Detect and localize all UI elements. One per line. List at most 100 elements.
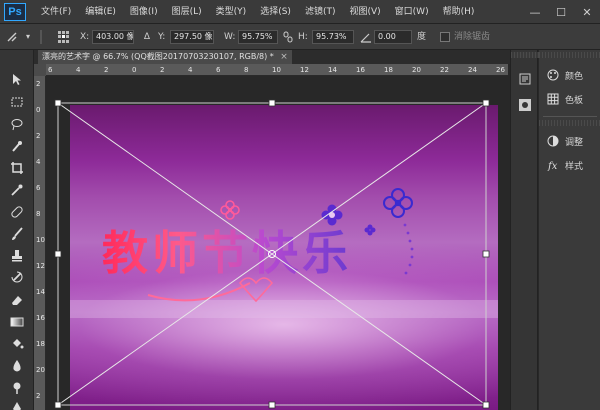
ruler-top-tick-label: 4 [76, 66, 81, 74]
angle-unit: 度 [417, 32, 427, 42]
transform-handle-left[interactable] [54, 250, 62, 258]
x-label: X: [80, 32, 90, 42]
ruler-left-tick-label: 2 [36, 392, 41, 400]
color-panel-tab[interactable]: 颜色 [539, 64, 600, 86]
ruler-top-tick-label: 20 [412, 66, 421, 74]
panel-dock: 颜色 色板 调整 fx 样式 [539, 50, 600, 410]
menu-file[interactable]: 文件(F) [34, 0, 78, 24]
close-tab-icon[interactable]: × [280, 50, 288, 64]
blur-tool-icon[interactable] [6, 356, 28, 376]
ruler-left-tick-label: 10 [36, 236, 45, 244]
options-divider [40, 30, 42, 44]
transform-handle-top-right[interactable] [482, 99, 490, 107]
minimize-button[interactable]: — [522, 0, 548, 24]
swatches-panel-label: 色板 [565, 95, 584, 106]
swatches-icon [547, 93, 559, 105]
ruler-top-tick-label: 26 [496, 66, 505, 74]
rotate-icon [360, 31, 372, 43]
ruler-top-tick-label: 18 [384, 66, 393, 74]
canvas-area[interactable]: 教师节快乐 [46, 77, 508, 410]
document-tab-bar: 漂亮的艺术字 @ 66.7% (QQ截图20170703230107, RGB/… [34, 50, 510, 64]
transform-handle-top[interactable] [268, 99, 276, 107]
healing-brush-tool-icon[interactable] [6, 202, 28, 222]
tools-panel [0, 50, 34, 410]
ruler-left-tick-label: 18 [36, 340, 45, 348]
ruler-left-tick-label: 20 [36, 366, 45, 374]
marquee-tool-icon[interactable] [6, 92, 28, 112]
ruler-top-tick-label: 24 [468, 66, 477, 74]
lasso-tool-icon[interactable] [6, 114, 28, 134]
menu-window[interactable]: 窗口(W) [388, 0, 436, 24]
y-field[interactable]: 297.50 像素 [170, 30, 214, 44]
styles-icon: fx [547, 159, 559, 172]
panel-grip-2[interactable] [539, 120, 600, 126]
link-icon[interactable] [282, 31, 294, 43]
paint-bucket-tool-icon[interactable] [6, 334, 28, 354]
properties-panel-icon[interactable] [518, 98, 532, 112]
tool-preset-icon[interactable] [6, 31, 18, 43]
transform-handle-top-left[interactable] [54, 99, 62, 107]
menu-edit[interactable]: 编辑(E) [78, 0, 123, 24]
angle-field[interactable]: 0.00 [374, 30, 412, 44]
ruler-top-tick-label: 4 [188, 66, 193, 74]
transform-handle-bottom[interactable] [268, 401, 276, 409]
relative-position-icon[interactable]: Δ [141, 31, 153, 43]
styles-panel-label: 样式 [565, 161, 584, 172]
ruler-top-tick-label: 22 [440, 66, 449, 74]
gradient-tool-icon[interactable] [6, 312, 28, 332]
reference-point-icon[interactable] [58, 31, 70, 43]
swatches-panel-tab[interactable]: 色板 [539, 88, 600, 110]
ruler-left-tick-label: 2 [36, 80, 41, 88]
app-logo: Ps [4, 3, 26, 21]
styles-panel-tab[interactable]: fx 样式 [539, 154, 600, 176]
ruler-top-tick-label: 8 [244, 66, 249, 74]
brush-tool-icon[interactable] [6, 224, 28, 244]
menu-filter[interactable]: 滤镜(T) [298, 0, 343, 24]
menu-bar: Ps 文件(F) 编辑(E) 图像(I) 图层(L) 类型(Y) 选择(S) 滤… [0, 0, 600, 24]
menu-layer[interactable]: 图层(L) [165, 0, 209, 24]
anti-alias-checkbox[interactable] [440, 32, 450, 42]
quick-select-tool-icon[interactable] [6, 136, 28, 156]
eyedropper-tool-icon[interactable] [6, 180, 28, 200]
transform-handle-bottom-left[interactable] [54, 401, 62, 409]
palette-icon [547, 69, 559, 81]
menu-select[interactable]: 选择(S) [253, 0, 298, 24]
history-brush-tool-icon[interactable] [6, 268, 28, 288]
panel-divider [543, 116, 597, 117]
dodge-tool-icon[interactable] [6, 378, 28, 398]
vertical-ruler[interactable]: 2 0 2 4 6 8 10 12 14 16 18 20 2 [34, 76, 46, 410]
move-tool-icon[interactable] [6, 70, 28, 90]
menu-image[interactable]: 图像(I) [123, 0, 165, 24]
eraser-tool-icon[interactable] [6, 290, 28, 310]
menu-help[interactable]: 帮助(H) [436, 0, 482, 24]
horizontal-ruler[interactable]: 6 4 2 0 2 4 6 8 10 12 14 16 18 20 22 24 26 [46, 64, 508, 76]
dock-grip[interactable] [511, 52, 539, 58]
free-transform-box[interactable] [46, 77, 508, 410]
ruler-top-tick-label: 2 [160, 66, 165, 74]
h-field[interactable]: 95.73% [312, 30, 354, 44]
panel-grip[interactable] [539, 52, 600, 58]
window-controls: — ☐ ✕ [522, 0, 600, 24]
transform-handle-right[interactable] [482, 250, 490, 258]
maximize-button[interactable]: ☐ [548, 0, 574, 24]
menu-type[interactable]: 类型(Y) [209, 0, 254, 24]
pen-tool-icon[interactable] [6, 398, 28, 410]
history-panel-icon[interactable] [518, 72, 532, 86]
w-field[interactable]: 95.75% [238, 30, 278, 44]
ruler-left-tick-label: 8 [36, 210, 41, 218]
adjustments-panel-tab[interactable]: 调整 [539, 130, 600, 152]
close-button[interactable]: ✕ [574, 0, 600, 24]
x-field[interactable]: 403.00 像素 [92, 30, 134, 44]
crop-tool-icon[interactable] [6, 158, 28, 178]
ruler-left-tick-label: 2 [36, 132, 41, 140]
transform-handle-bottom-right[interactable] [482, 401, 490, 409]
w-label: W: [224, 32, 236, 42]
document-title: 漂亮的艺术字 @ 66.7% (QQ截图20170703230107, RGB/… [42, 52, 274, 61]
document-tab[interactable]: 漂亮的艺术字 @ 66.7% (QQ截图20170703230107, RGB/… [38, 50, 292, 64]
ruler-origin[interactable] [34, 64, 46, 76]
menu-view[interactable]: 视图(V) [342, 0, 387, 24]
tool-preset-dropdown-icon[interactable]: ▾ [22, 31, 34, 43]
ruler-top-tick-label: 14 [328, 66, 337, 74]
clone-stamp-tool-icon[interactable] [6, 246, 28, 266]
adjustments-panel-label: 调整 [565, 137, 584, 148]
